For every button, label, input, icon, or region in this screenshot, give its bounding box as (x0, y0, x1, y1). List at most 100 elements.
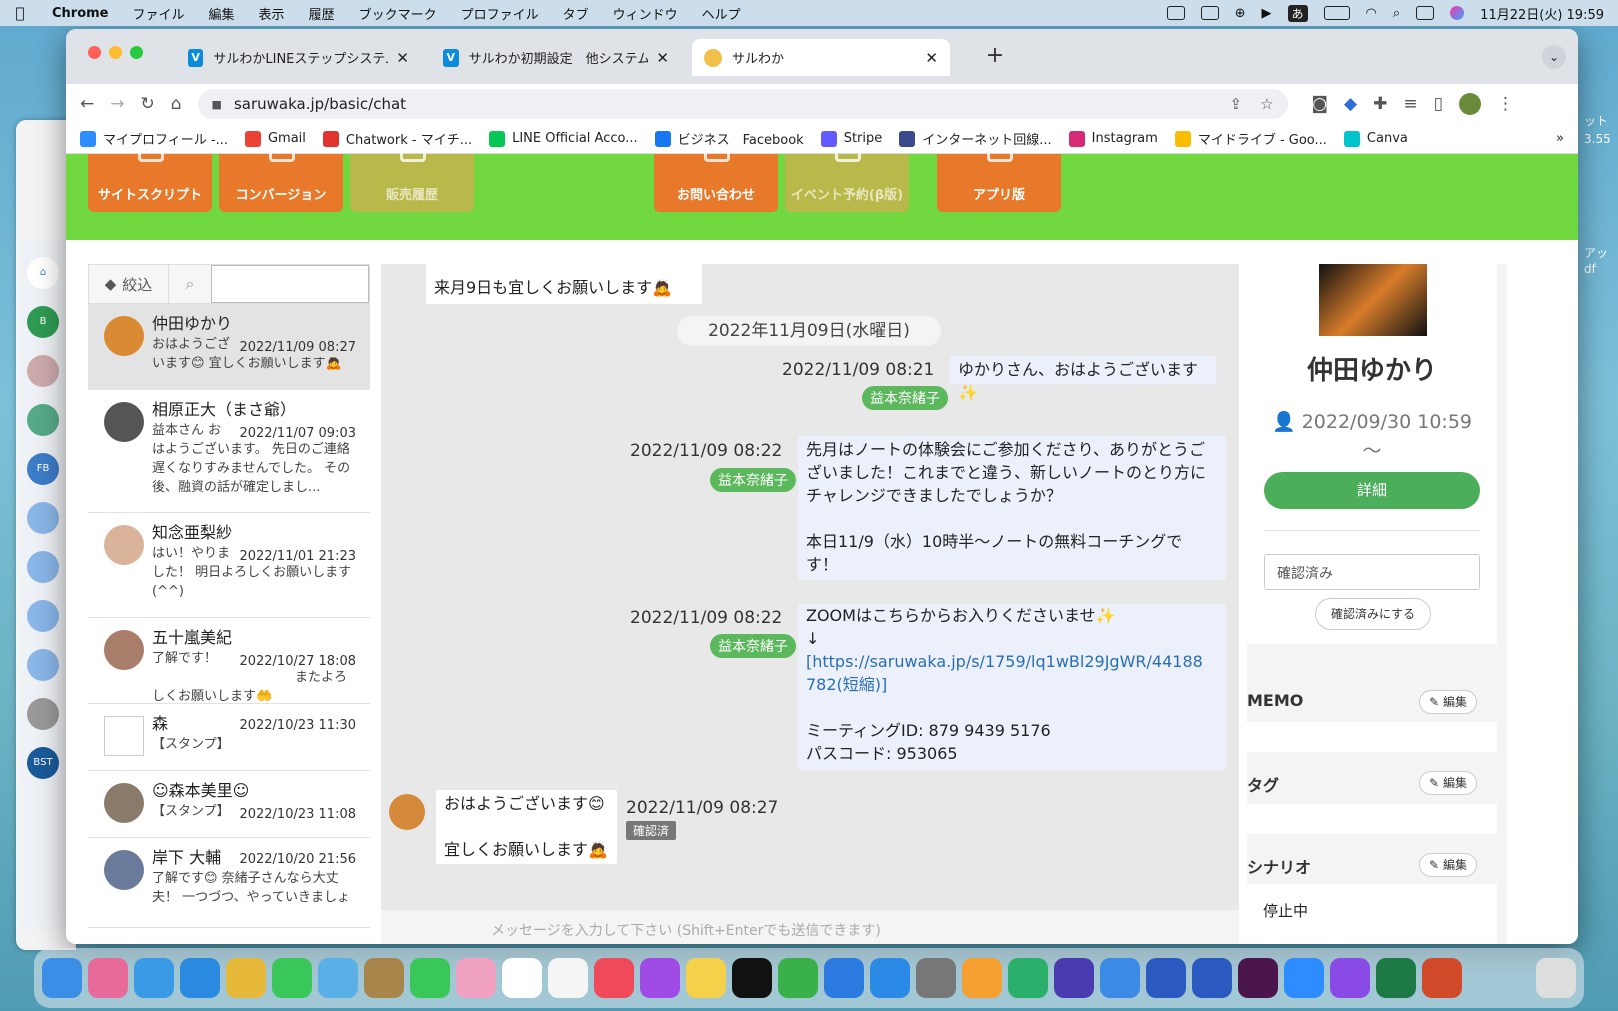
memo-edit-button[interactable]: ✎ 編集 (1419, 690, 1477, 714)
conversation-item[interactable]: 岸下 大輔 了解です😊 奈緒子さんなら大丈夫！ 一つづつ、やっていきましょ 20… (88, 838, 370, 928)
launchpad-icon[interactable] (88, 958, 128, 998)
mark-confirmed-button[interactable]: 確認済みにする (1315, 598, 1431, 630)
tab-saruwaka[interactable]: サルわか ✕ (692, 39, 950, 76)
notes-icon[interactable] (686, 958, 726, 998)
status-field[interactable]: 確認済み (1264, 554, 1480, 590)
back-icon[interactable]: ← (80, 94, 94, 114)
nav-app-version[interactable]: アプリ版 (937, 148, 1061, 212)
filter-button[interactable]: ◆ 絞込 (89, 265, 169, 303)
conversation-item[interactable]: 知念亜梨紗 はい！やりま した！ 明日よろしくお願いします(^^) 2022/1… (88, 513, 370, 618)
apple-icon[interactable]:  (0, 4, 40, 22)
home-icon[interactable]: ⌂ (171, 94, 182, 114)
safari-icon[interactable] (180, 958, 220, 998)
menu-profile[interactable]: プロファイル (449, 4, 551, 23)
conversation-item[interactable]: 森 【スタンプ】 2022/10/23 11:30 (88, 704, 370, 771)
group-icon[interactable] (27, 502, 59, 534)
menu-edit[interactable]: 編集 (197, 4, 247, 23)
bookmark-item[interactable]: Instagram (1068, 130, 1158, 147)
address-bar[interactable]: ■ saruwaka.jp/basic/chat ⇪ ☆ (197, 89, 1288, 119)
puzzle-icon[interactable]: ✚ (1373, 94, 1387, 114)
tag-edit-button[interactable]: ✎ 編集 (1419, 771, 1477, 795)
reading-list-icon[interactable]: ≡ (1403, 94, 1417, 114)
maximize-window-button[interactable] (130, 46, 143, 59)
chrome-icon[interactable] (226, 958, 266, 998)
play-icon[interactable]: ▶ (1262, 6, 1272, 21)
podcasts-icon[interactable] (640, 958, 680, 998)
group-icon[interactable] (27, 649, 59, 681)
music-icon[interactable] (594, 958, 634, 998)
reload-icon[interactable]: ↻ (141, 94, 155, 114)
search-icon[interactable]: ⌕ (1393, 6, 1400, 21)
ime-indicator[interactable]: あ (1287, 4, 1308, 22)
conversation-item[interactable]: 相原正大（まさ爺） 益本さん お はようございます。 先日のご連絡遅くなりすみま… (88, 390, 370, 513)
finder-icon[interactable] (42, 958, 82, 998)
nav-site-script[interactable]: サイトスクリプト (88, 148, 212, 212)
control-center-icon[interactable] (1416, 6, 1435, 20)
nav-contact[interactable]: お問い合わせ (654, 148, 778, 212)
facetime-icon[interactable] (410, 958, 450, 998)
tab-step-system[interactable]: V サルわかLINEステップシステム〜L ✕ (176, 39, 421, 76)
group-icon[interactable] (27, 600, 59, 632)
battery-icon[interactable] (1323, 6, 1350, 20)
profile-avatar[interactable] (1458, 93, 1481, 115)
search-input[interactable] (211, 265, 369, 303)
menu-bookmarks[interactable]: ブックマーク (347, 4, 449, 23)
menu-app-name[interactable]: Chrome (40, 6, 121, 21)
zoom-link[interactable]: 782(短縮)] (806, 673, 1218, 696)
bookmark-item[interactable]: LINE Official Acco... (489, 130, 638, 147)
screen-record-icon[interactable] (1166, 6, 1185, 20)
excel-icon[interactable] (1376, 958, 1416, 998)
conversation-item[interactable]: 仲田ゆかり おはようござ います😊 宜しくお願いします🙇 2022/11/09 … (88, 304, 370, 390)
bookmark-item[interactable]: インターネット回線... (899, 129, 1052, 148)
conversation-item[interactable]: ☺森本美里☺ 【スタンプ】 2022/10/23 11:08 (88, 771, 370, 838)
zoom-icon[interactable] (1284, 958, 1324, 998)
contacts-icon[interactable] (364, 958, 404, 998)
network-utility-icon[interactable] (1100, 958, 1140, 998)
conversation-item[interactable]: 五十嵐美紀 了解です！ またよろしくお願いします🤲 2022/10/27 18:… (88, 618, 370, 704)
fb-icon[interactable]: FB (27, 453, 59, 485)
close-window-button[interactable] (88, 46, 101, 59)
bookmarks-more-icon[interactable]: » (1556, 131, 1564, 146)
zoom-link[interactable]: [https://saruwaka.jp/s/1759/lq1wBl29JgWR… (806, 650, 1218, 673)
crosshair-icon[interactable]: ⊕ (1235, 6, 1246, 21)
siri-icon[interactable] (1450, 6, 1465, 20)
new-tab-button[interactable]: + (981, 43, 1009, 71)
tab-close-icon[interactable]: ✕ (388, 49, 409, 67)
scenario-edit-button[interactable]: ✎ 編集 (1419, 853, 1477, 877)
imovie-icon[interactable] (1054, 958, 1094, 998)
user-avatar-icon[interactable] (27, 355, 59, 387)
menu-file[interactable]: ファイル (121, 4, 197, 23)
find-my-icon[interactable] (1008, 958, 1048, 998)
forward-icon[interactable]: → (110, 94, 124, 114)
mail-icon[interactable] (134, 958, 174, 998)
group-icon[interactable] (27, 551, 59, 583)
nav-event-booking[interactable]: イベント予約(β版) (785, 148, 909, 212)
bookmark-item[interactable]: ビジネス Facebook (654, 129, 804, 148)
menu-view[interactable]: 表示 (247, 4, 297, 23)
powerpoint-icon[interactable] (1422, 958, 1462, 998)
bookmark-item[interactable]: Canva (1343, 130, 1408, 147)
slack-icon[interactable] (1238, 958, 1278, 998)
settings-icon[interactable] (916, 958, 956, 998)
tab-search-icon[interactable]: ⌄ (1542, 45, 1566, 69)
bookmark-star-icon[interactable]: ☆ (1260, 95, 1273, 113)
menu-window[interactable]: ウィンドウ (601, 4, 690, 23)
pages-icon[interactable] (962, 958, 1002, 998)
detail-button[interactable]: 詳細 (1264, 472, 1480, 509)
message-input[interactable]: メッセージを入力して下さい (Shift+Enterでも送信できます) (381, 910, 1239, 944)
trash-icon[interactable] (1536, 958, 1576, 998)
bookmark-item[interactable]: Chatwork - マイチ... (322, 129, 472, 148)
messages-icon[interactable] (272, 958, 312, 998)
bot-icon[interactable]: B (27, 306, 59, 338)
messenger-icon[interactable] (1330, 958, 1370, 998)
user-avatar-icon[interactable] (27, 698, 59, 730)
lock-icon[interactable]: ■ (212, 98, 222, 111)
nav-sales-history[interactable]: 販売履歴 (350, 148, 474, 212)
bst-icon[interactable]: BST (27, 747, 59, 779)
tv-icon[interactable] (732, 958, 772, 998)
keynote-icon[interactable] (824, 958, 864, 998)
camera-icon[interactable]: ◙ (1312, 94, 1329, 114)
nav-conversion[interactable]: コンバージョン (219, 148, 343, 212)
numbers-icon[interactable] (778, 958, 818, 998)
tab-close-icon[interactable]: ✕ (917, 49, 938, 67)
